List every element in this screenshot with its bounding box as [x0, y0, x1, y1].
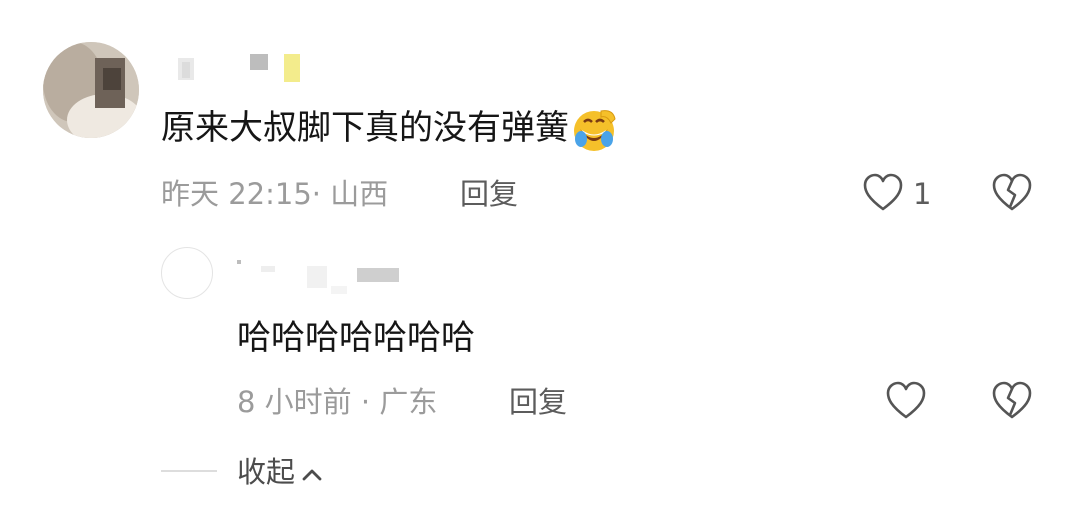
heart-outline-icon: [863, 173, 903, 211]
comment-time-location: 昨天 22:15· 山西: [161, 177, 389, 211]
heart-outline-icon: [886, 381, 926, 419]
collapse-divider: [161, 470, 217, 472]
reply-button[interactable]: 回复: [460, 174, 518, 214]
reply-username-blurred[interactable]: [237, 256, 407, 300]
blurred-name-image: [237, 260, 399, 294]
username-blurred[interactable]: [178, 52, 318, 88]
broken-heart-icon: [992, 381, 1032, 419]
like-button[interactable]: [862, 173, 904, 217]
avatar-image: [43, 42, 139, 138]
dislike-button[interactable]: [991, 173, 1033, 217]
reply-like-button[interactable]: [885, 381, 927, 425]
blurred-name-image: [178, 54, 300, 82]
reply-reply-button[interactable]: 回复: [509, 382, 567, 422]
reply-avatar[interactable]: [161, 247, 213, 299]
reply-text: 哈哈哈哈哈哈哈: [237, 318, 475, 358]
chevron-up-icon: [302, 469, 322, 481]
comment-body: 原来大叔脚下真的没有弹簧: [161, 108, 569, 148]
reply-dislike-button[interactable]: [991, 381, 1033, 425]
reply-time-location: 8 小时前 · 广东: [237, 385, 438, 419]
collapse-button[interactable]: 收起: [237, 452, 323, 492]
like-count: 1: [913, 177, 932, 211]
broken-heart-icon: [992, 173, 1032, 211]
collapse-label: 收起: [237, 455, 296, 489]
avatar[interactable]: [43, 42, 139, 138]
rolling-on-floor-laughing-emoji-icon: [571, 107, 617, 153]
comment-text: 原来大叔脚下真的没有弹簧: [161, 104, 617, 153]
